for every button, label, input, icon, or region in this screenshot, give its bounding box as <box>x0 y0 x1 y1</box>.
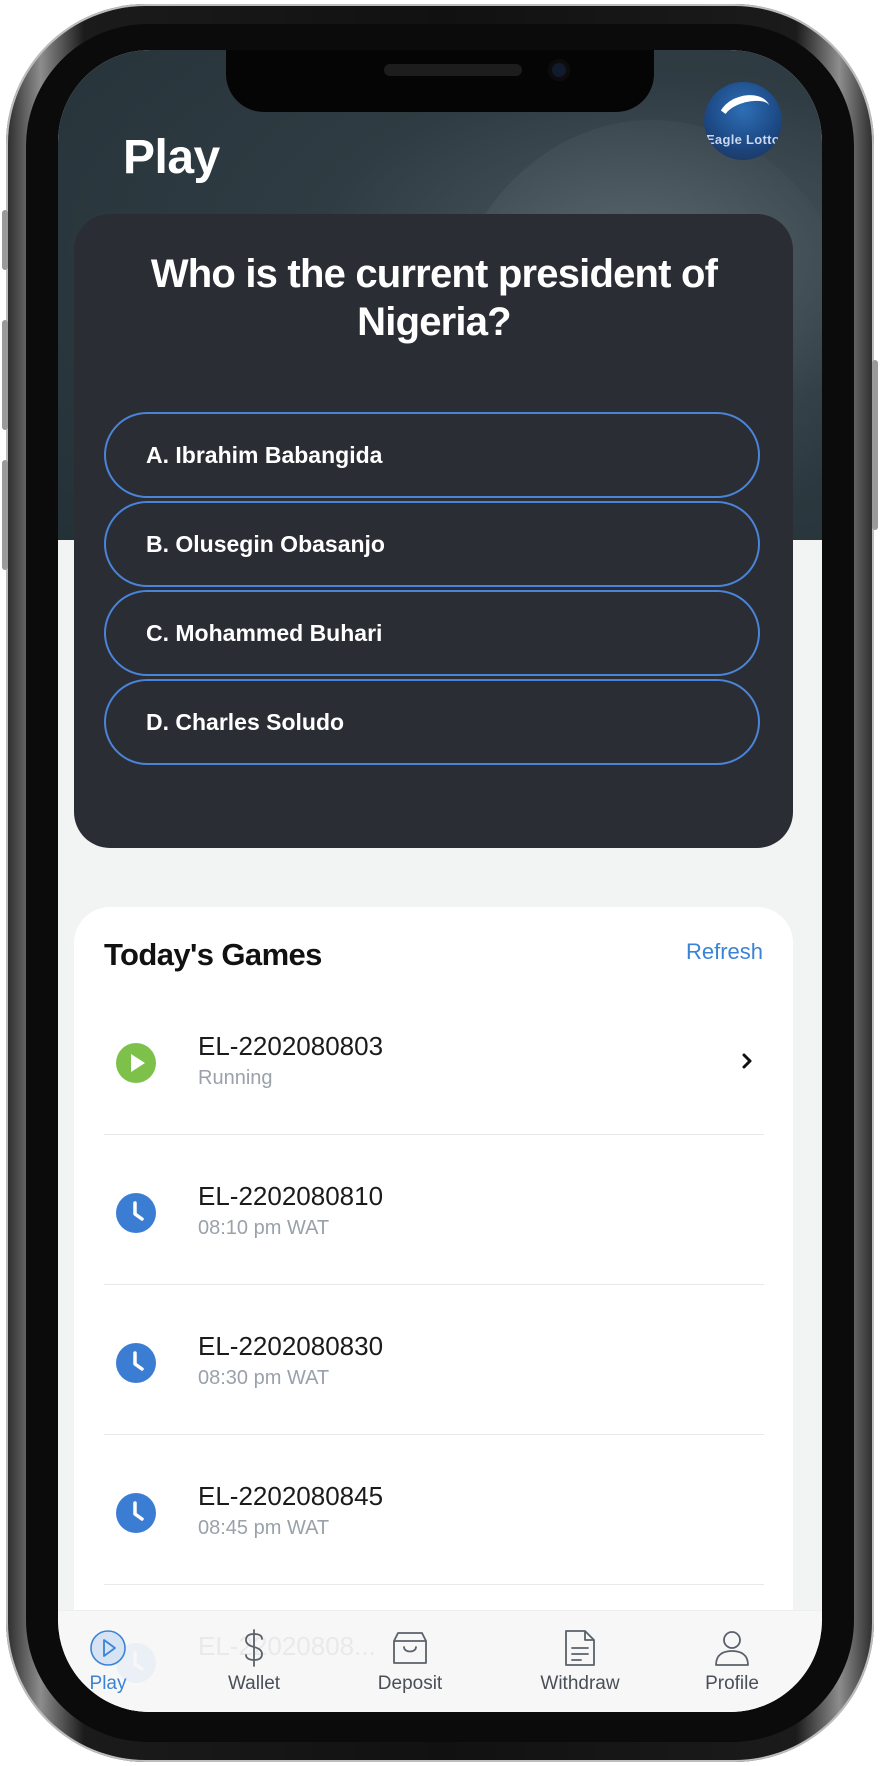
phone-side-button <box>872 360 878 530</box>
answer-option-label: A. Ibrahim Babangida <box>146 441 383 468</box>
clock-icon <box>116 1343 156 1383</box>
game-row[interactable]: EL-2202080830 08:30 pm WAT <box>104 1285 764 1435</box>
game-time: 08:10 pm WAT <box>198 1217 330 1239</box>
answer-option-label: D. Charles Soludo <box>146 708 345 735</box>
game-row[interactable]: EL-2202080845 08:45 pm WAT <box>104 1435 764 1585</box>
shopping-bag-icon <box>393 1632 427 1664</box>
nav-label: Play <box>89 1673 127 1694</box>
play-circle-icon <box>116 1043 156 1083</box>
chevron-right-icon <box>742 1053 752 1069</box>
game-id: EL-2202080845 <box>198 1481 384 1511</box>
nav-label: Deposit <box>377 1673 443 1694</box>
game-time: 08:30 pm WAT <box>198 1367 330 1389</box>
answer-option-a[interactable]: A. Ibrahim Babangida <box>104 412 760 498</box>
nav-label: Profile <box>705 1673 759 1694</box>
speaker-grille <box>384 64 522 76</box>
answer-option-d[interactable]: D. Charles Soludo <box>104 679 760 765</box>
game-time: 08:45 pm WAT <box>198 1517 330 1539</box>
nav-withdraw[interactable]: Withdraw <box>520 1629 640 1695</box>
brand-logo[interactable]: Eagle Lotto <box>704 82 782 160</box>
refresh-button[interactable]: Refresh <box>686 939 763 965</box>
clock-icon <box>116 1193 156 1233</box>
phone-screen: Play Eagle Lotto Who is the current pres… <box>58 50 822 1712</box>
game-row[interactable]: EL-2202080803 Running <box>104 985 764 1135</box>
game-id: EL-2202080803 <box>198 1031 384 1061</box>
phone-side-button <box>2 320 8 430</box>
nav-label: Withdraw <box>540 1673 620 1694</box>
nav-wallet[interactable]: Wallet <box>194 1629 314 1695</box>
answer-option-c[interactable]: C. Mohammed Buhari <box>104 590 760 676</box>
phone-side-button <box>2 210 8 270</box>
bottom-nav: Play Wallet Deposit Withdraw Profile <box>58 1610 822 1712</box>
game-id: EL-2202080810 <box>198 1181 384 1211</box>
section-title: Today's Games <box>104 937 322 972</box>
document-icon <box>565 1630 595 1666</box>
logo-text: Eagle Lotto <box>705 132 781 147</box>
answer-option-label: B. Olusegin Obasanjo <box>146 530 385 557</box>
game-row[interactable]: EL-2202080810 08:10 pm WAT <box>104 1135 764 1285</box>
game-id: EL-2202080830 <box>198 1331 384 1361</box>
phone-side-button <box>2 460 8 570</box>
quiz-card: Who is the current president of Nigeria?… <box>74 214 793 848</box>
game-status: Running <box>198 1067 273 1089</box>
quiz-question: Who is the current president of Nigeria? <box>150 252 718 344</box>
nav-label: Wallet <box>227 1673 281 1694</box>
nav-deposit[interactable]: Deposit <box>350 1629 470 1695</box>
answer-option-b[interactable]: B. Olusegin Obasanjo <box>104 501 760 587</box>
nav-profile[interactable]: Profile <box>672 1629 792 1695</box>
page-title: Play <box>123 131 220 184</box>
todays-games-card: Today's Games Refresh EL-2202080803 Runn… <box>74 907 793 1712</box>
user-icon <box>715 1631 749 1666</box>
answer-option-label: C. Mohammed Buhari <box>146 619 383 646</box>
front-camera <box>548 59 570 81</box>
clock-icon <box>116 1493 156 1533</box>
nav-play[interactable]: Play <box>58 1629 168 1695</box>
dollar-icon <box>245 1629 263 1667</box>
phone-notch <box>226 50 654 112</box>
play-circle-icon <box>90 1630 126 1666</box>
